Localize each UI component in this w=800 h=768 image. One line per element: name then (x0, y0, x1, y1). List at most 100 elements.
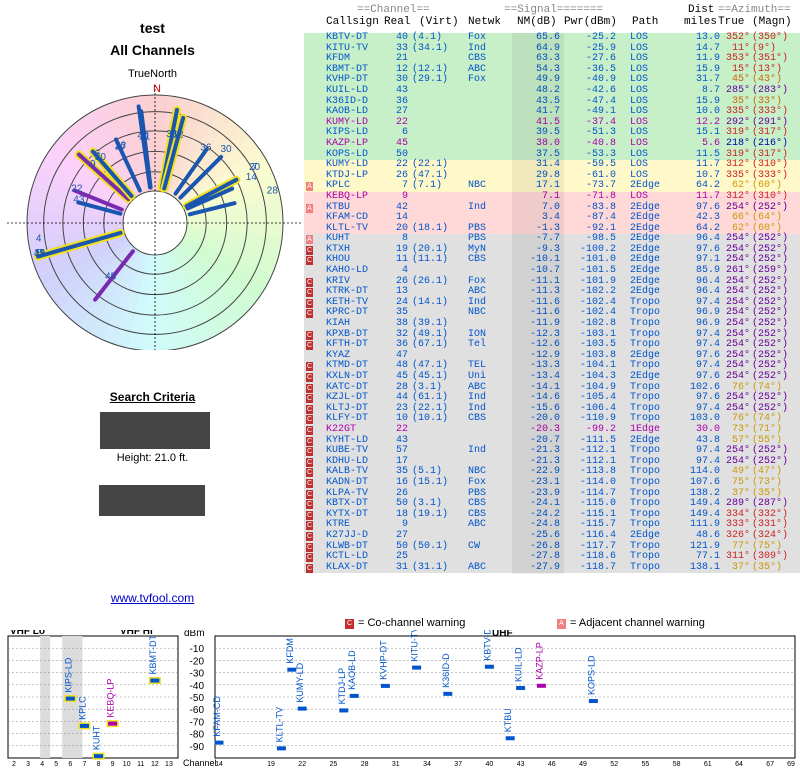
cochannel-warning-icon: C (306, 468, 313, 478)
virt-cell: (50.1) (412, 540, 449, 552)
uhf-channel-tick: 25 (330, 761, 338, 768)
north-marker: N (153, 83, 161, 95)
cochannel-legend-text: = Co-channel warning (358, 617, 466, 629)
uhf-channel-tick: 31 (392, 761, 400, 768)
callsign-cell: KADN-DT (326, 476, 369, 488)
virt-cell: (18.1) (412, 222, 449, 234)
cochannel-warning-icon: C (306, 330, 313, 340)
signal-label: KUHT (92, 725, 102, 750)
virt-cell: (45.1) (412, 371, 449, 382)
signal-label: KTBU (503, 708, 513, 732)
magnetic-azimuth-cell: (252°) (752, 371, 789, 382)
signal-label: KEBQ-LP (106, 679, 116, 718)
col-true: True (718, 16, 745, 28)
virt-cell: (26.1) (412, 275, 449, 287)
polar-channel-label: 12 (172, 129, 184, 140)
signal-marker (79, 723, 89, 728)
polar-channel-label: 4 (36, 233, 42, 244)
path-cell: 2Edge (630, 529, 661, 541)
vhf-channel-tick: 10 (123, 761, 131, 768)
table-row[interactable]: C K22GT 22 -20.3 -99.2 1Edge 30.0 73° (71°) (304, 423, 800, 436)
true-azimuth-cell: 326° (725, 529, 750, 541)
table-row[interactable]: KUIL-LD 43 48.2 -42.6 LOS 8.7 285° (283°) (304, 84, 800, 97)
table-row[interactable]: KAZP-LP 45 38.0 -40.8 LOS 5.6 218° (216°) (304, 137, 800, 150)
cochannel-warning-icon: C (306, 298, 313, 308)
network-cell: Uni (468, 371, 487, 382)
network-cell: NBC (468, 307, 487, 319)
callsign-cell: KBTV-DT (326, 32, 369, 43)
table-row[interactable]: C KXLN-DT 45 (45.1) Uni -13.4 -104.3 2Edge 97.6 2… (304, 371, 800, 383)
signal-marker (505, 736, 515, 741)
adjacent-warning-icon: A (306, 203, 313, 213)
signal-label: KFAM-CD (212, 696, 222, 737)
col-netwk: Netwk (468, 16, 502, 28)
vhf-lo-label: VHF Lo (10, 630, 45, 637)
col-virt: (Virt) (419, 16, 459, 28)
power-cell: -25.2 (585, 32, 616, 43)
vhf-channel-tick: 7 (82, 761, 86, 768)
signal-label: KVHP-DT (378, 640, 388, 680)
vhf-channel-tick: 6 (68, 761, 72, 768)
signal-marker (588, 699, 598, 704)
antenna-height: Height: 21.0 ft. (116, 452, 189, 464)
vhf-channel-tick: 11 (137, 761, 144, 768)
table-row[interactable]: KEBQ-LP 9 7.1 -71.8 LOS 11.7 312° (310°) (304, 190, 800, 203)
vhf-channel-tick: 12 (151, 761, 159, 768)
table-row[interactable]: C K27JJ-D 27 -25.6 -116.4 2Edge 48.6 326° (324°) (304, 529, 800, 542)
path-cell: LOS (630, 32, 649, 43)
col-pwr: Pwr(dBm) (564, 16, 617, 28)
network-cell: ABC (468, 561, 487, 573)
magnetic-azimuth-cell: (350°) (752, 32, 789, 43)
network-cell: Ind (468, 445, 487, 457)
magnetic-azimuth-cell: (216°) (752, 137, 789, 149)
uhf-channel-tick: 22 (298, 761, 306, 768)
signal-label: KLTL-TV (274, 707, 284, 742)
real-cell: 16 (395, 476, 408, 488)
table-row[interactable]: C KLAX-DT 31 (31.1) ABC -27.9 -118.7 Tropo 138.1… (304, 561, 800, 574)
network-cell: CBS (468, 413, 487, 425)
vhf-channel-tick: 5 (54, 761, 58, 768)
nm-cell: 38.0 (535, 137, 560, 149)
vhf-channel-tick: 2 (12, 761, 16, 768)
cochannel-warning-icon: C (306, 553, 313, 563)
signal-marker (536, 683, 546, 688)
callsign-cell: KXLN-DT (326, 371, 369, 382)
uhf-channel-tick: 19 (267, 761, 275, 768)
page-title: test (140, 20, 165, 36)
path-cell: Tropo (630, 476, 661, 488)
cochannel-warning-icon: C (306, 383, 313, 393)
tvfool-link[interactable]: www.tvfool.com (0, 591, 305, 605)
col-miles: miles (684, 16, 718, 28)
vhf-channel-tick: 13 (165, 761, 173, 768)
nm-cell: 7.1 (541, 190, 560, 202)
power-cell: -114.0 (579, 476, 616, 488)
table-row[interactable]: KBTV-DT 40 (4.1) Fox 65.6 -25.2 LOS 13.0 352° (35… (304, 32, 800, 44)
power-cell: -118.7 (579, 561, 616, 573)
power-cell: -104.3 (579, 371, 616, 382)
real-cell: 43 (395, 84, 408, 96)
dist-group-header: Dist (688, 4, 715, 16)
distance-cell: 5.6 (701, 137, 720, 149)
cochannel-warning-icon: C (306, 309, 313, 319)
network-cell: Fox (468, 32, 487, 43)
polar-channel-label: 30 (220, 144, 232, 155)
cochannel-legend-icon: C (345, 619, 354, 629)
cochannel-warning-icon: C (306, 531, 313, 541)
signal-label: KOPS-LD (586, 655, 596, 695)
virt-cell: (7.1) (412, 180, 443, 192)
cochannel-warning-icon: C (306, 447, 313, 457)
cochannel-warning-icon: C (306, 373, 313, 382)
cochannel-warning-icon: C (306, 563, 313, 573)
spectrum-chart: -10-20-30-40-50-60-70-80-90VHF Lo VHF Hi U… (7, 630, 796, 768)
dbm-tick-label: -40 (190, 681, 205, 692)
polar-plot[interactable]: 40 3321 1230433627226455026791420428114192… (0, 80, 305, 350)
real-cell: 40 (395, 32, 408, 43)
col-real: Real (384, 16, 411, 28)
dbm-tick-label: -70 (190, 717, 205, 728)
power-cell: -99.2 (585, 423, 616, 435)
table-row[interactable]: C KADN-DT 16 (15.1) Fox -23.1 -114.0 Tropo 107.6… (304, 476, 800, 489)
signal-marker (276, 746, 286, 751)
vhf-channel-tick: 3 (26, 761, 30, 768)
cochannel-warning-icon: C (306, 500, 313, 510)
uhf-channel-tick: 46 (548, 761, 556, 768)
